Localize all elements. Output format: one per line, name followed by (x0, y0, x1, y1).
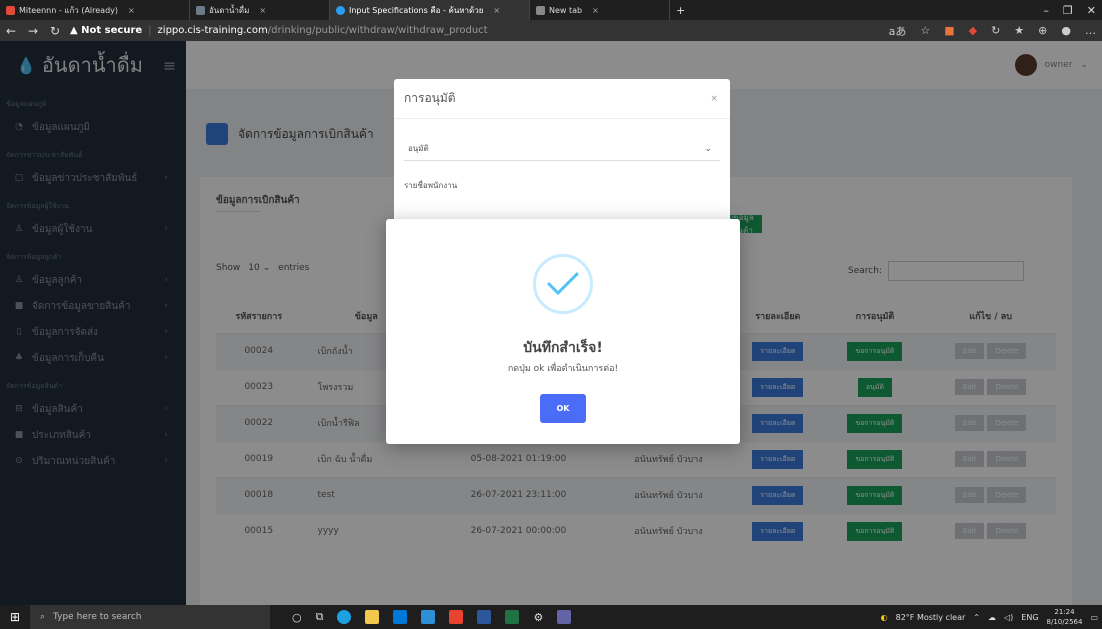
taskbar-search-placeholder: Type here to search (53, 612, 142, 622)
office-icon[interactable] (449, 610, 464, 624)
refresh-extension-icon[interactable]: ↻ (991, 24, 1000, 37)
taskbar-apps: ○ ⧉ ⚙ (292, 610, 572, 624)
minimize-icon[interactable]: – (1043, 4, 1049, 17)
browser-tab[interactable]: อันดาน้ำดื่ม × (190, 0, 330, 20)
favorite-star-icon[interactable]: ☆ (920, 24, 930, 37)
taskbar-search[interactable]: ⌕ Type here to search (30, 605, 270, 629)
cortana-icon[interactable]: ○ (292, 611, 302, 624)
more-icon[interactable]: … (1085, 24, 1096, 37)
tab-close-icon[interactable]: × (259, 6, 266, 15)
close-icon[interactable]: × (710, 94, 718, 104)
tab-label: Input Specifications คือ - ค้นหาด้วย (349, 5, 484, 15)
success-title: บันทึกสำเร็จ! (523, 340, 603, 356)
tab-close-icon[interactable]: × (592, 6, 599, 15)
new-tab-button[interactable]: + (670, 0, 691, 20)
task-view-icon[interactable]: ⧉ (316, 610, 324, 624)
clock-date: 8/10/2564 (1046, 618, 1083, 626)
back-icon[interactable]: ← (0, 24, 22, 38)
tab-label: New tab (549, 5, 583, 15)
success-dialog: บันทึกสำเร็จ! กดปุ่ม ok เพื่อดำเนินการต่… (386, 219, 740, 444)
restore-icon[interactable]: ❐ (1063, 4, 1073, 17)
weather-icon: ◐ (880, 612, 888, 622)
collections-icon[interactable]: ⊕ (1038, 24, 1047, 37)
tab-label: อันดาน้ำดื่ม (209, 5, 250, 15)
approval-modal-title: การอนุมัติ (404, 91, 456, 105)
browser-tab[interactable]: Miteennn - แก้ว (Already) × (0, 0, 190, 20)
taskbar: ⊞ ⌕ Type here to search ○ ⧉ ⚙ ◐ 82°F Mos… (0, 605, 1102, 629)
tab-favicon-icon (336, 5, 345, 15)
network-icon[interactable]: ☁ (988, 613, 996, 622)
weather-text[interactable]: 82°F Mostly clear (896, 613, 966, 622)
extension-icon[interactable]: ■ (944, 24, 954, 37)
approval-modal-header: การอนุมัติ × (394, 79, 730, 119)
employee-label: รายชื่อพนักงาน (404, 181, 458, 190)
window-controls: – ❐ ✕ (1043, 0, 1102, 20)
url-host: zippo.cis-training.com (157, 25, 268, 36)
tab-favicon-icon (536, 5, 545, 15)
excel-icon[interactable] (505, 610, 520, 624)
mail-icon[interactable] (421, 610, 436, 624)
word-icon[interactable] (477, 610, 492, 624)
refresh-icon[interactable]: ↻ (44, 24, 66, 38)
edge-icon[interactable] (337, 610, 352, 624)
file-explorer-icon[interactable] (365, 610, 380, 624)
browser-tab-bar: Miteennn - แก้ว (Already) × อันดาน้ำดื่ม… (0, 0, 1102, 20)
browser-toolbar-icons: aあ ☆ ■ ◆ ↻ ★ ⊕ ● … (889, 20, 1096, 41)
success-subtitle: กดปุ่ม ok เพื่อดำเนินการต่อ! (507, 364, 619, 374)
url-field[interactable]: ▲ Not secure | zippo.cis-training.com/dr… (70, 25, 488, 36)
tab-close-icon[interactable]: × (493, 6, 500, 15)
search-icon: ⌕ (40, 612, 46, 622)
success-check-icon (533, 254, 593, 314)
favorites-icon[interactable]: ★ (1014, 24, 1024, 37)
volume-icon[interactable]: ◁) (1004, 613, 1013, 622)
chevron-down-icon: ⌄ (704, 143, 712, 154)
extension-icon[interactable]: ◆ (969, 24, 977, 37)
close-window-icon[interactable]: ✕ (1087, 4, 1096, 17)
browser-tab-active[interactable]: Input Specifications คือ - ค้นหาด้วย × (330, 0, 530, 20)
profile-icon[interactable]: ● (1061, 24, 1071, 37)
browser-tab[interactable]: New tab × (530, 0, 670, 20)
clock-time: 21:24 (1054, 608, 1075, 616)
tab-label: Miteennn - แก้ว (Already) (19, 5, 119, 15)
store-icon[interactable] (393, 610, 408, 624)
address-bar: ← → ↻ ▲ Not secure | zippo.cis-training.… (0, 20, 1102, 41)
tray-up-icon[interactable]: ⌃ (973, 613, 980, 622)
approval-select-value: อนุมัติ (408, 144, 429, 153)
approval-select[interactable]: อนุมัติ ⌄ (404, 137, 720, 161)
language-indicator[interactable]: ENG (1021, 613, 1038, 622)
security-warning[interactable]: ▲ Not secure (70, 25, 142, 36)
ok-button[interactable]: OK (540, 394, 586, 423)
url-path: /drinking/public/withdraw/withdraw_produ… (267, 25, 488, 36)
clock[interactable]: 21:24 8/10/2564 (1047, 607, 1083, 627)
tab-favicon-icon (196, 5, 205, 15)
forward-icon[interactable]: → (22, 24, 44, 38)
read-aloud-icon[interactable]: aあ (889, 23, 907, 39)
windows-start-icon[interactable]: ⊞ (0, 610, 30, 624)
system-tray: ◐ 82°F Mostly clear ⌃ ☁ ◁) ENG 21:24 8/1… (881, 605, 1098, 629)
settings-icon[interactable]: ⚙ (533, 611, 543, 624)
tab-close-icon[interactable]: × (128, 6, 135, 15)
notification-icon[interactable]: ▭ (1090, 613, 1098, 622)
tab-favicon-icon (6, 5, 15, 15)
teams-icon[interactable] (557, 610, 572, 624)
